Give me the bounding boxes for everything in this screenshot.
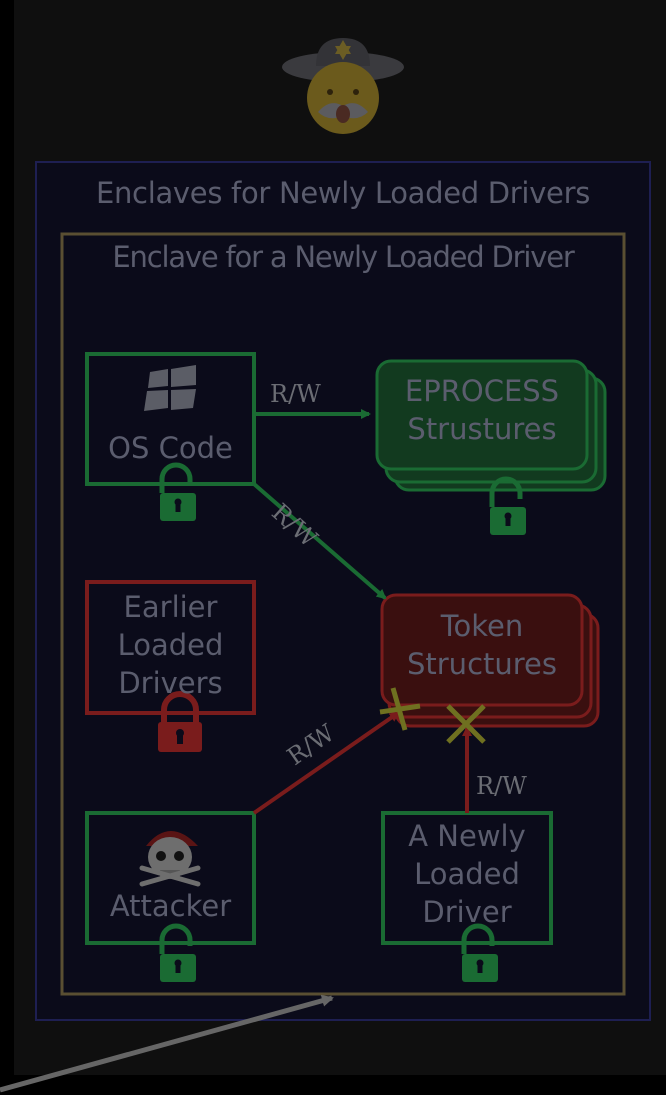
token-label: Token Structures <box>382 607 582 683</box>
new-driver-line3: Driver <box>422 895 512 929</box>
diagram <box>0 0 666 1093</box>
outer-enclave-title: Enclaves for Newly Loaded Drivers <box>95 176 591 210</box>
new-driver-label: A Newly Loaded Driver <box>383 817 551 931</box>
token-label-line1: Token <box>440 609 524 643</box>
token-label-line2: Structures <box>406 647 557 681</box>
eprocess-label-line2: Strustures <box>407 412 557 446</box>
edge-label-new-token: R/W <box>476 772 527 800</box>
eprocess-label-line1: EPROCESS <box>404 374 560 408</box>
canvas: Enclaves for Newly Loaded Drivers Enclav… <box>0 0 666 1095</box>
edge-label-os-eprocess: R/W <box>270 380 321 408</box>
earlier-drivers-line1: Earlier <box>123 590 218 624</box>
os-code-label: OS Code <box>108 431 233 465</box>
inner-enclave-title: Enclave for a Newly Loaded Driver <box>112 240 574 274</box>
eprocess-label: EPROCESS Strustures <box>377 372 587 448</box>
earlier-drivers-label: Earlier Loaded Drivers <box>87 588 254 702</box>
earlier-drivers-line3: Drivers <box>118 666 223 700</box>
earlier-drivers-line2: Loaded <box>117 628 224 662</box>
attacker-label: Attacker <box>109 889 232 923</box>
new-driver-line2: Loaded <box>414 857 520 891</box>
new-driver-line1: A Newly <box>408 819 526 853</box>
